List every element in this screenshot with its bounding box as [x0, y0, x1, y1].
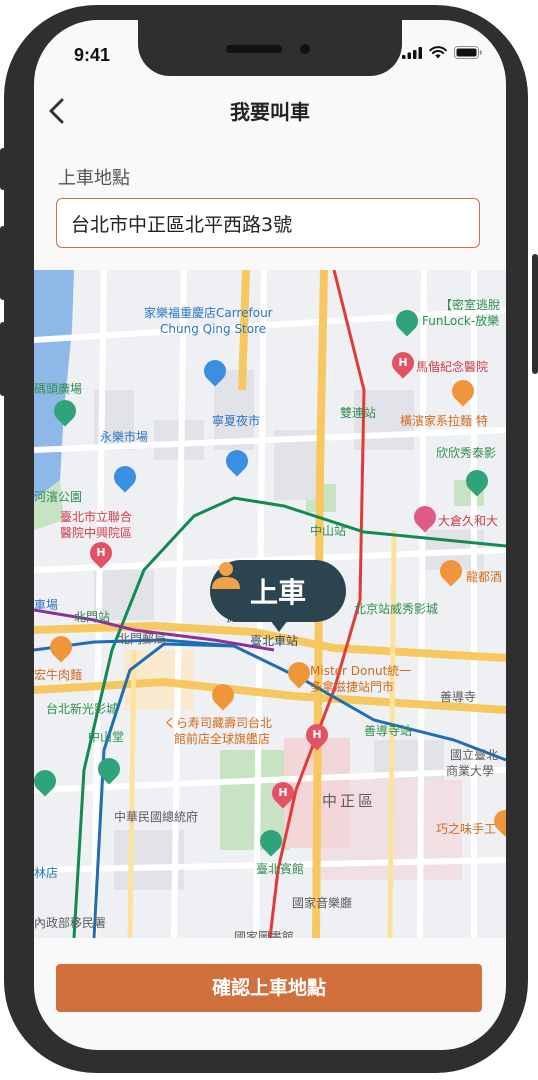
poi-shandao-temple-station[interactable]: 善導寺站: [364, 724, 412, 738]
poi-ntub-2[interactable]: 商業大學: [446, 764, 494, 778]
person-icon: [212, 562, 240, 589]
poi-immigration-agency[interactable]: 內政部移民署: [34, 916, 106, 930]
notch: [138, 20, 402, 76]
poi-xinxin-cinema[interactable]: 欣欣秀泰影: [436, 446, 496, 460]
poi-zhongshan-station[interactable]: 中山站: [310, 524, 346, 538]
poi-carrefour-2[interactable]: Chung Qing Store: [160, 322, 266, 336]
pickup-marker-label: 上車: [249, 576, 306, 609]
poi-ntub-1[interactable]: 國立臺北: [450, 748, 498, 762]
battery-icon: [454, 46, 482, 59]
poi-yongle-market[interactable]: 永樂市場: [100, 430, 148, 444]
poi-kura-sushi-2[interactable]: 館前店全球旗艦店: [174, 732, 270, 746]
poi-national-library[interactable]: 國家圖書館: [234, 930, 294, 938]
poi-okura-hotel[interactable]: 大倉久和大: [438, 514, 498, 528]
poi-shinkong-cinema[interactable]: 台北新光影城: [46, 702, 118, 716]
poi-store-left[interactable]: 林店: [34, 866, 58, 880]
power-button: [532, 254, 538, 374]
hospital-pin-icon: H: [85, 537, 117, 569]
pickup-location-label: 上車地點: [58, 168, 130, 189]
poi-taipei-guest-house[interactable]: 臺北賓館: [256, 862, 304, 876]
poi-presidential-office[interactable]: 中華民國總統府: [114, 810, 198, 824]
signal-icon: [402, 46, 422, 59]
poi-mackay-hospital[interactable]: 馬偕紀念醫院: [416, 360, 488, 374]
confirm-pickup-button[interactable]: 確認上車地點: [56, 964, 482, 1012]
poi-hospital-1[interactable]: 臺北市立聯合: [60, 510, 132, 524]
page-title: 我要叫車: [230, 100, 310, 124]
phone-screen: 9:41 我要叫車 上車地點 台北市中正區北平西路3號 家樂福重慶店Carref…: [34, 20, 506, 1050]
speaker-grille: [226, 45, 282, 53]
poi-funlock-1[interactable]: 【密室逃脫: [440, 298, 500, 312]
hospital-pin-icon: H: [301, 719, 333, 751]
status-time: 9:41: [74, 45, 111, 65]
poi-ningxia-night-market[interactable]: 寧夏夜市: [212, 414, 260, 428]
poi-vieshow-cinema[interactable]: 北京站威秀影城: [354, 602, 438, 616]
map-district-label: 中正區: [322, 792, 377, 810]
poi-shandao-temple[interactable]: 善導寺: [440, 690, 476, 704]
poi-ramen[interactable]: 橫濱家系拉麵 特: [400, 414, 488, 428]
poi-riverside-park[interactable]: 河濱公園: [34, 490, 82, 504]
poi-shuanglian-station[interactable]: 雙連站: [340, 406, 376, 420]
poi-kura-sushi-1[interactable]: くら寿司藏壽司台北: [164, 716, 272, 730]
poi-mister-donut-2[interactable]: 多拿滋捷站門市: [310, 680, 394, 694]
poi-qiaozhiwei[interactable]: 巧之味手工: [436, 822, 496, 836]
status-icons: [402, 46, 482, 59]
poi-wharf-plaza[interactable]: 碼頭廣場: [34, 382, 82, 396]
front-camera: [300, 44, 310, 54]
poi-beimen-post-office[interactable]: 北門郵局: [118, 632, 166, 646]
poi-mister-donut-1[interactable]: Mister Donut統一: [310, 664, 411, 678]
poi-concert-hall[interactable]: 國家音樂廳: [292, 896, 352, 910]
poi-carrefour-1[interactable]: 家樂福重慶店Carrefour: [144, 306, 273, 320]
pickup-marker-pointer: [270, 620, 288, 632]
poi-funlock-2[interactable]: FunLock-放樂: [422, 314, 499, 328]
pickup-address-input[interactable]: [56, 198, 480, 248]
poi-beimen-station[interactable]: 北門站: [74, 610, 110, 624]
wifi-icon: [429, 46, 447, 59]
poi-hospital-2[interactable]: 醫院中興院區: [60, 526, 132, 540]
phone-device: 9:41 我要叫車 上車地點 台北市中正區北平西路3號 家樂福重慶店Carref…: [0, 0, 538, 1080]
poi-parking-left[interactable]: 車場: [34, 598, 58, 612]
poi-taipei-main-station[interactable]: 臺北車站: [250, 634, 298, 648]
hospital-pin-icon: H: [387, 347, 419, 379]
poi-beef-noodle[interactable]: 宏牛肉麵: [34, 668, 82, 682]
hospital-pin-icon: H: [267, 777, 299, 809]
pickup-marker[interactable]: 上車: [210, 560, 346, 622]
poi-zhongshan-hall[interactable]: 中山堂: [88, 730, 124, 744]
map-view[interactable]: 家樂福重慶店Carrefour Chung Qing Store 【密室逃脫 F…: [34, 270, 506, 938]
poi-longdu-hotel[interactable]: 龍都酒: [466, 570, 502, 584]
